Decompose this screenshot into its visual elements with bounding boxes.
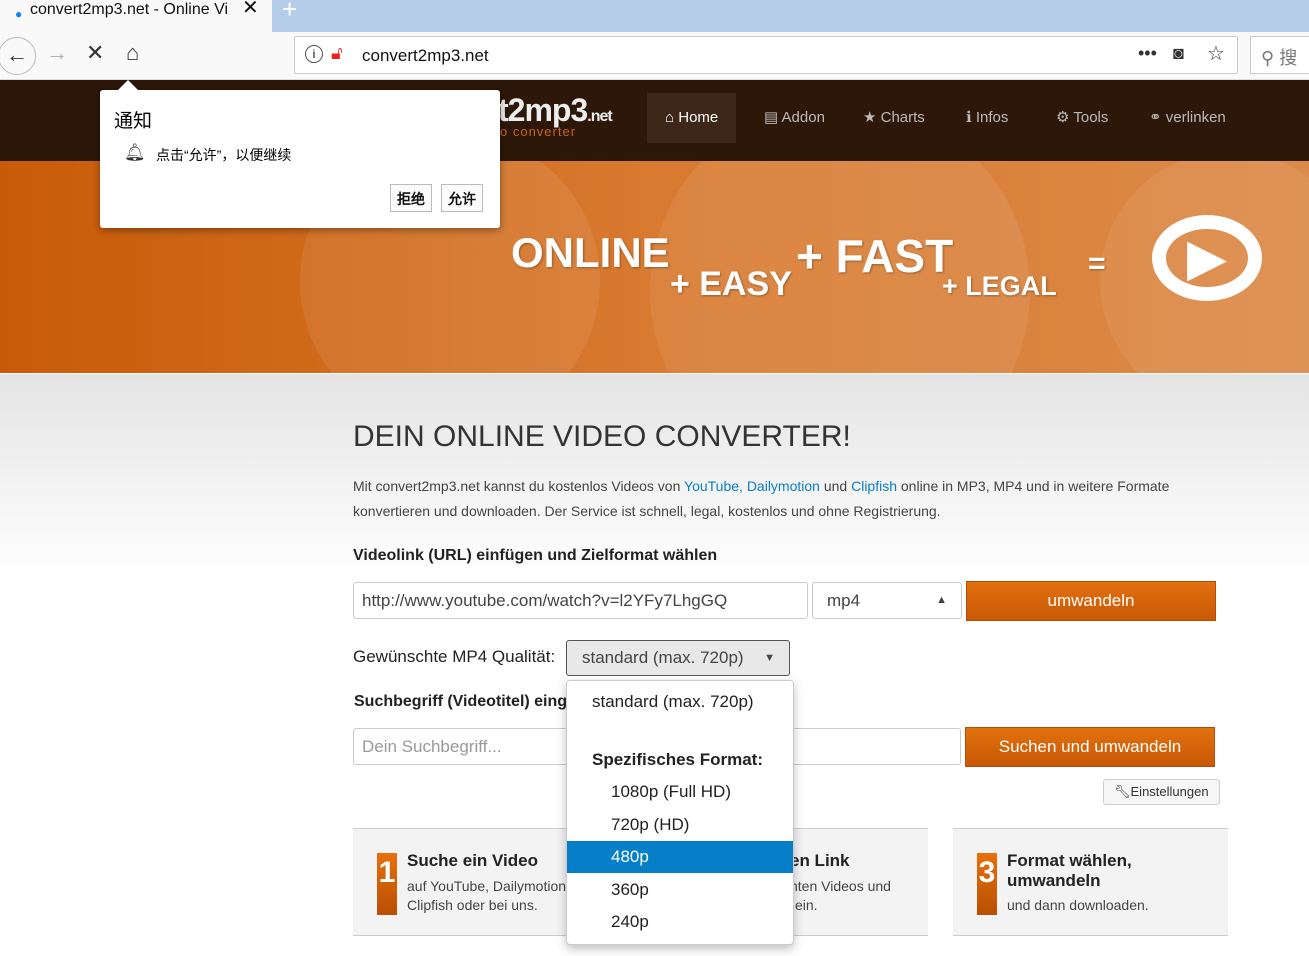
browser-tab[interactable]: ● convert2mp3.net - Online Vi ✕ [0,0,272,32]
url-text: convert2mp3.net [362,46,489,65]
video-url-input[interactable]: http://www.youtube.com/watch?v=l2YFy7Lhg… [353,582,808,619]
banner-word: + EASY [670,265,792,303]
option-360p[interactable]: 360p [567,874,793,906]
popup-title: 通知 [114,111,153,132]
step-card-1: 1 Suche ein Video auf YouTube, Dailymotion… [353,828,583,936]
option-1080p[interactable]: 1080p (Full HD) [567,776,793,808]
nav-label: Tools [1073,109,1109,126]
more-icon[interactable]: ••• [1138,43,1157,64]
dailymotion-link[interactable]: Dailymotion [747,478,820,494]
gears-icon: ⚙ [1056,109,1070,126]
info-icon[interactable]: i [305,45,323,63]
deny-button[interactable]: 拒绝 [390,184,432,212]
star-icon: ★ [863,109,877,126]
browser-search[interactable]: ⚲ 搜 [1250,36,1309,74]
intro-text-2: konvertieren und downloaden. Der Service… [353,503,941,519]
search-icon: ⚲ [1261,48,1275,68]
clipfish-link[interactable]: Clipfish [851,478,897,494]
logo-subtitle: o converter [500,124,577,139]
settings-button[interactable]: 🔧︎Einstellungen [1103,779,1220,805]
banner-word: = [1088,247,1106,280]
url-bar[interactable]: i 🔓︎ convert2mp3.net ••• ◙ ☆ [294,36,1238,74]
nav-verlinken[interactable]: ⚭ verlinken [1131,93,1244,143]
forward-icon[interactable]: → [46,40,68,66]
notification-popup: 通知 🔔︎ 点击“允许”，以便继续 拒绝 允许 [100,80,500,228]
link-icon: ⚭ [1149,109,1162,126]
nav-charts[interactable]: ★ Charts [845,93,943,143]
nav-label: Home [678,109,719,126]
bookmark-star-icon[interactable]: ☆ [1207,41,1225,66]
file-icon: ▤ [764,109,779,126]
quality-dropdown-list: standard (max. 720p) Spezifisches Format… [566,680,794,945]
nav-label: Infos [975,109,1009,126]
convert-button[interactable]: umwandeln [966,581,1216,621]
pocket-icon[interactable]: ◙ [1173,43,1184,64]
nav-infos[interactable]: ℹ Infos [948,93,1026,143]
play-logo-icon: ▶ [1152,215,1262,301]
allow-button[interactable]: 允许 [441,184,483,212]
page-title: DEIN ONLINE VIDEO CONVERTER! [353,420,851,453]
search-label: Suchbegriff (Videotitel) eing [354,693,568,710]
intro-text: Mit convert2mp3.net kannst du kostenlos … [353,478,1170,494]
nav-label: Addon [781,109,825,126]
banner-word: + FAST [796,230,954,282]
optgroup-label: Spezifisches Format: [592,750,763,769]
quality-select[interactable]: standard (max. 720p) ▼ [566,640,790,676]
popup-message: 点击“允许”，以便继续 [156,147,292,163]
youtube-link[interactable]: YouTube, [684,478,743,494]
search-convert-button[interactable]: Suchen und umwandeln [965,727,1215,767]
nav-addon[interactable]: ▤ Addon [746,93,843,143]
option-720p[interactable]: 720p (HD) [567,809,793,841]
nav-label: verlinken [1165,109,1226,126]
home-icon[interactable]: ⌂ [126,40,139,66]
caret-up-icon: ▲ [936,594,947,606]
banner-word: ONLINE [511,229,670,276]
home-icon: ⌂ [665,109,675,126]
info-icon: ℹ [966,109,972,126]
format-select[interactable]: mp4 ▲ [812,582,962,619]
back-icon[interactable]: ← [0,37,36,75]
nav-tools[interactable]: ⚙ Tools [1038,93,1126,143]
wrench-icon: 🔧︎ [1114,784,1131,799]
nav-home[interactable]: ⌂ Home [647,93,737,143]
nav-label: Charts [880,109,925,126]
loading-dot-icon: ● [15,7,23,21]
close-tab-icon[interactable]: ✕ [242,0,259,18]
caret-down-icon: ▼ [764,652,775,664]
option-480p[interactable]: 480p [567,841,793,873]
step-card-3: 3 Format wählen, umwandeln und dann downloa… [953,828,1228,936]
bell-icon: 🔔︎ [124,143,146,162]
quality-label: Gewünschte MP4 Qualität: [353,647,556,666]
insecure-lock-icon[interactable]: 🔓︎ [331,43,343,64]
banner-word: + LEGAL [942,271,1057,301]
tab-title: convert2mp3.net - Online Vi [30,1,229,18]
option-240p[interactable]: 240p [567,906,793,938]
stop-icon[interactable]: ✕ [86,40,104,66]
search-placeholder: 搜 [1279,48,1298,68]
url-label: Videolink (URL) einfügen und Zielformat … [353,547,718,564]
new-tab-icon[interactable]: + [282,0,297,25]
option-standard[interactable]: standard (max. 720p) [567,686,793,718]
